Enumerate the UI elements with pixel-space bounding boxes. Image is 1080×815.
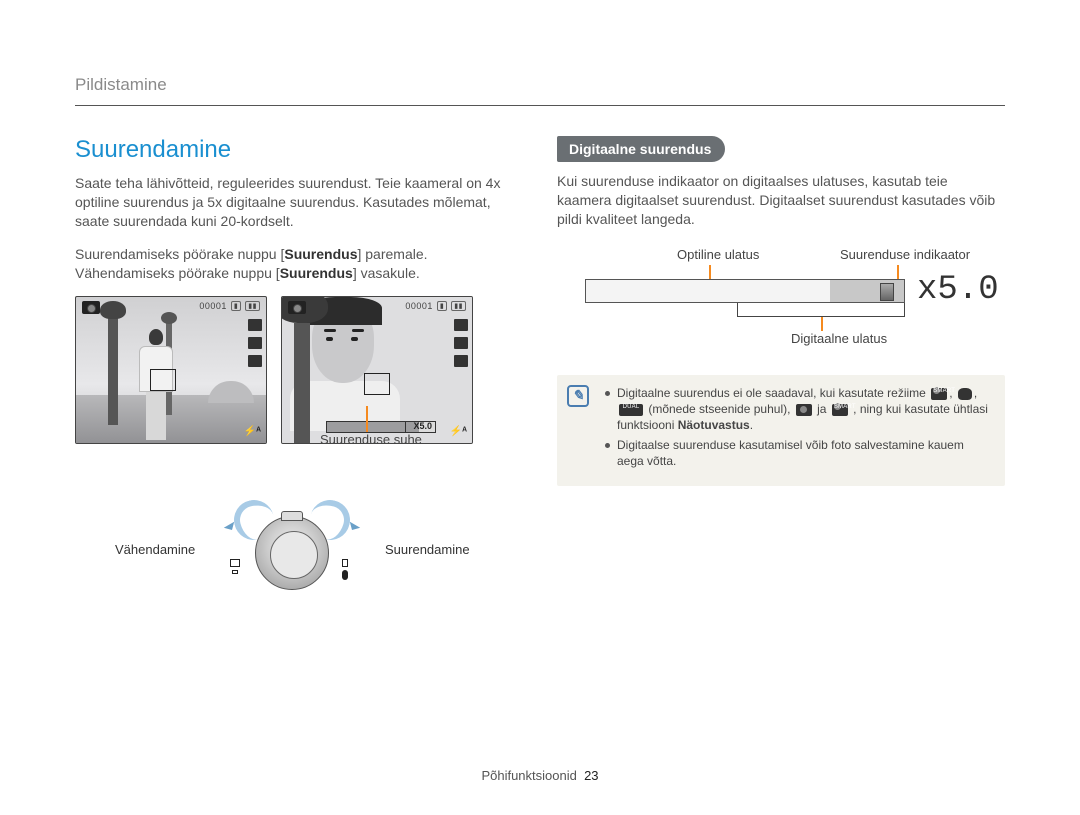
lcd-preview-wide: 00001 ▮ ▮▮ ⚡ᴬ	[75, 296, 267, 444]
digital-range-bracket	[737, 303, 905, 317]
bold-keyword: Suurendus	[284, 246, 357, 262]
page-number: 23	[584, 768, 598, 783]
digital-zoom-paragraph: Kui suurenduse indikaator on digitaalses…	[557, 172, 1005, 229]
frame-counter: 00001	[199, 301, 227, 311]
flash-indicator: ⚡ᴬ	[244, 426, 261, 437]
focus-box-icon	[364, 373, 390, 395]
text-fragment: Suurendamiseks pöörake nuppu [	[75, 246, 284, 262]
lcd-preview-zoomed: 00001 ▮ ▮▮ ⚡ᴬ X5.0	[281, 296, 473, 444]
ois-mode-icon	[958, 388, 972, 400]
callout-line	[897, 265, 899, 279]
camera-mode-icon	[82, 301, 100, 314]
intro-paragraph: Saate teha lähivõtteid, reguleerides suu…	[75, 174, 509, 231]
zoom-range-bar	[585, 279, 905, 303]
instruction-paragraph: Suurendamiseks pöörake nuppu [Suurendus]…	[75, 245, 509, 283]
text-fragment: (mõnede stseenide puhul),	[648, 402, 793, 416]
text-fragment: .	[750, 418, 753, 432]
lcd-status-bar: 00001 ▮ ▮▮	[405, 301, 466, 311]
zoom-indicator-icon	[880, 283, 894, 301]
bold-keyword: Näotuvastus	[678, 418, 750, 432]
smart-mode-icon	[931, 388, 947, 400]
battery-icon: ▮▮	[245, 301, 260, 311]
lcd-side-icons	[454, 319, 468, 367]
two-column-layout: Suurendamine Saate teha lähivõtteid, reg…	[75, 136, 1005, 614]
card-icon: ▮	[437, 301, 447, 311]
zoom-dial-illustration: Vähendamine Suurendamine	[75, 504, 509, 614]
battery-icon: ▮▮	[451, 301, 466, 311]
note-icon: ✎	[567, 385, 589, 407]
note-list: Digitaalne suurendus ei ole saadaval, ku…	[605, 385, 991, 470]
text-fragment: ja	[817, 402, 830, 416]
text-fragment: ] vasakule.	[353, 265, 420, 281]
section-title: Suurendamine	[75, 136, 509, 164]
optical-range-label: Optiline ulatus	[677, 247, 759, 262]
bold-keyword: Suurendus	[280, 265, 353, 281]
footer-section-label: Põhifunktsioonid	[481, 768, 576, 783]
video-mode-icon	[796, 404, 812, 416]
flash-indicator: ⚡ᴬ	[450, 426, 467, 437]
text-fragment: Digitaalne suurendus ei ole saadaval, ku…	[617, 386, 929, 400]
callout-line	[709, 265, 711, 279]
zoom-ratio-callout: Suurenduse suhe	[320, 432, 422, 447]
smart-video-mode-icon	[832, 404, 848, 416]
note-box: ✎ Digitaalne suurendus ei ole saadaval, …	[557, 375, 1005, 486]
zoom-range-diagram: Optiline ulatus Suurenduse indikaator x5…	[585, 247, 1005, 347]
manual-page: Pildistamine Suurendamine Saate teha läh…	[0, 0, 1080, 815]
zoom-dial-icon	[255, 516, 329, 590]
focus-box-icon	[150, 369, 176, 391]
frame-counter: 00001	[405, 301, 433, 311]
right-column: Digitaalne suurendus Kui suurenduse indi…	[557, 136, 1005, 614]
note-item: Digitaalne suurendus ei ole saadaval, ku…	[605, 385, 991, 434]
zoom-out-label: Vähendamine	[115, 542, 195, 557]
note-item: Digitaalse suurenduse kasutamisel võib f…	[605, 437, 991, 469]
callout-line	[821, 317, 823, 331]
zoom-indicator-label: Suurenduse indikaator	[840, 247, 970, 262]
magnification-value: x5.0	[917, 271, 999, 309]
breadcrumb: Pildistamine	[75, 75, 1005, 106]
page-footer: Põhifunktsioonid 23	[0, 768, 1080, 783]
zoom-in-label: Suurendamine	[385, 542, 470, 557]
zoom-out-symbol-icon	[230, 559, 240, 574]
zoom-in-symbol-icon	[342, 559, 348, 580]
digital-zoom-heading: Digitaalne suurendus	[557, 136, 725, 162]
lcd-side-icons	[248, 319, 262, 367]
card-icon: ▮	[231, 301, 241, 311]
lcd-status-bar: 00001 ▮ ▮▮	[199, 301, 260, 311]
callout-line	[366, 406, 368, 432]
dual-mode-icon	[619, 404, 643, 416]
zoom-bar-value: X5.0	[413, 421, 432, 431]
camera-mode-icon	[288, 301, 306, 314]
left-column: Suurendamine Saate teha lähivõtteid, reg…	[75, 136, 509, 614]
digital-range-label: Digitaalne ulatus	[791, 331, 887, 346]
lcd-preview-row: 00001 ▮ ▮▮ ⚡ᴬ	[75, 296, 509, 444]
